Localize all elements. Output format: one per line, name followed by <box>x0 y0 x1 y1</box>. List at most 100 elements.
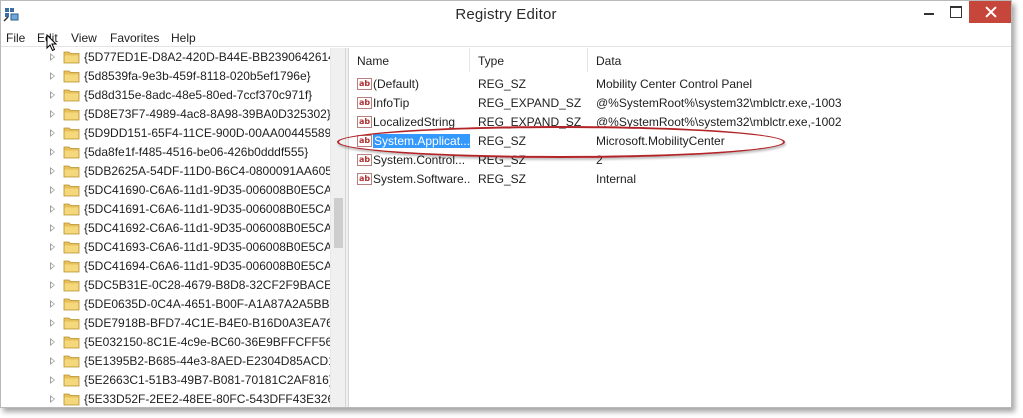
tree-item-label: {5E2663C1-51B3-49B7-B081-70181C2AF816} <box>84 373 333 387</box>
registry-values-list: Name Type Data ab (Default) REG_SZ Mobility… <box>349 48 1011 407</box>
expand-arrow-icon[interactable] <box>50 186 55 194</box>
tree-item[interactable]: {5D9DD151-65F4-11CE-900D-00AA00445589} <box>1 124 335 143</box>
value-name: InfoTip <box>373 96 410 110</box>
value-type: REG_SZ <box>478 77 527 91</box>
folder-icon <box>63 355 80 368</box>
registry-key-tree[interactable]: {5D77ED1E-D8A2-420D-B44E-BB2390642614} {5… <box>1 48 347 407</box>
value-row[interactable]: ab InfoTip REG_EXPAND_SZ @%SystemRoot%\syst… <box>349 94 1011 113</box>
tree-item[interactable]: {5d8d315e-8adc-48e5-80ed-7ccf370c971f} <box>1 86 331 105</box>
value-data: Internal <box>596 172 637 186</box>
expand-arrow-icon[interactable] <box>50 53 55 61</box>
folder-icon <box>63 127 80 140</box>
expand-arrow-icon[interactable] <box>50 357 55 365</box>
expand-arrow-icon[interactable] <box>50 110 55 118</box>
tree-item[interactable]: {5DE7918B-BFD7-4C1E-B4E0-B16D0A3EA76B} <box>1 314 345 333</box>
tree-item-label: {5DC41691-C6A6-11d1-9D35-006008B0E5CA} <box>84 202 336 216</box>
value-row[interactable]: ab System.Software... REG_SZ Internal <box>349 170 1011 189</box>
tree-item[interactable]: {5D8E73F7-4989-4ac8-8A98-39BA0D325302} <box>1 105 331 124</box>
folder-icon <box>63 146 80 159</box>
tree-item[interactable]: {5E2663C1-51B3-49B7-B081-70181C2AF816} <box>1 371 333 390</box>
tree-item-label: {5D9DD151-65F4-11CE-900D-00AA00445589} <box>84 126 336 140</box>
value-data: @%SystemRoot%\system32\mblctr.exe,-1002 <box>596 115 842 129</box>
tree-item-label: {5d8d315e-8adc-48e5-80ed-7ccf370c971f} <box>84 88 313 102</box>
value-type: REG_SZ <box>478 153 527 167</box>
expand-arrow-icon[interactable] <box>50 224 55 232</box>
tree-item[interactable]: {5DC41694-C6A6-11d1-9D35-006008B0E5CA} <box>1 257 336 276</box>
tree-item[interactable]: {5DC41693-C6A6-11d1-9D35-006008B0E5CA} <box>1 238 336 257</box>
tree-item[interactable]: {5DC41690-C6A6-11d1-9D35-006008B0E5CA} <box>1 181 336 200</box>
value-name: (Default) <box>373 77 420 91</box>
folder-icon <box>63 298 80 311</box>
tree-item[interactable]: {5D77ED1E-D8A2-420D-B44E-BB2390642614} <box>1 48 339 67</box>
expand-arrow-icon[interactable] <box>50 72 55 80</box>
folder-icon <box>63 374 80 387</box>
tree-item[interactable]: {5da8fe1f-f485-4516-be06-426b0dddf555} <box>1 143 331 162</box>
expand-arrow-icon[interactable] <box>50 395 55 403</box>
folder-icon <box>63 184 80 197</box>
tree-item[interactable]: {5DC41692-C6A6-11d1-9D35-006008B0E5CA} <box>1 219 336 238</box>
title-bar[interactable]: Registry Editor <box>1 1 1011 30</box>
expand-arrow-icon[interactable] <box>50 376 55 384</box>
value-row[interactable]: ab (Default) REG_SZ Mobility Center Control… <box>349 75 1011 94</box>
value-row[interactable]: ab LocalizedString REG_EXPAND_SZ @%SystemRo… <box>349 113 1011 132</box>
expand-arrow-icon[interactable] <box>50 338 55 346</box>
column-header-name[interactable]: Name <box>349 48 470 72</box>
tree-vertical-scrollbar[interactable] <box>330 48 345 407</box>
value-type: REG_EXPAND_SZ <box>478 115 582 129</box>
close-button[interactable] <box>969 1 1011 23</box>
tree-item-label: {5DC41694-C6A6-11d1-9D35-006008B0E5CA} <box>84 259 336 273</box>
string-value-icon: ab <box>357 154 372 166</box>
folder-icon <box>63 393 80 406</box>
maximize-button[interactable] <box>943 1 969 23</box>
string-value-icon: ab <box>357 97 372 109</box>
tree-item[interactable]: {5DE0635D-0C4A-4651-B00F-A1A87A2A5BBF} <box>1 295 341 314</box>
menu-file[interactable]: File <box>6 31 25 45</box>
tree-scrollbar-thumb[interactable] <box>334 198 343 248</box>
value-data: Mobility Center Control Panel <box>596 77 753 91</box>
folder-icon <box>63 317 80 330</box>
expand-arrow-icon[interactable] <box>50 91 55 99</box>
expand-arrow-icon[interactable] <box>50 319 55 327</box>
expand-arrow-icon[interactable] <box>50 129 55 137</box>
column-header-type[interactable]: Type <box>470 48 588 72</box>
tree-item[interactable]: {5E032150-8C1E-4c9e-BC60-36E9BFFCFF56} <box>1 333 336 352</box>
tree-item[interactable]: {5E33D52F-2EE2-48EE-80FC-543DFF43E326} <box>1 390 338 407</box>
tree-item-label: {5DE7918B-BFD7-4C1E-B4E0-B16D0A3EA76B} <box>84 316 345 330</box>
folder-icon <box>63 89 80 102</box>
tree-item[interactable]: {5E1395B2-B685-44e3-8AED-E2304D85ACD1} <box>1 352 339 371</box>
tree-item[interactable]: {5DC41691-C6A6-11d1-9D35-006008B0E5CA} <box>1 200 336 219</box>
expand-arrow-icon[interactable] <box>50 167 55 175</box>
value-data: 2 <box>596 153 603 167</box>
string-value-icon: ab <box>357 173 372 185</box>
menu-help[interactable]: Help <box>171 31 196 45</box>
value-type: REG_SZ <box>478 134 527 148</box>
tree-item-label: {5E1395B2-B685-44e3-8AED-E2304D85ACD1} <box>84 354 339 368</box>
tree-item[interactable]: {5DB2625A-54DF-11D0-B6C4-0800091AA605} <box>1 162 336 181</box>
tree-item[interactable]: {5d8539fa-9e3b-459f-8118-020b5ef1796e} <box>1 67 331 86</box>
menu-edit[interactable]: Edit <box>37 31 58 45</box>
tree-item-label: {5E33D52F-2EE2-48EE-80FC-543DFF43E326} <box>84 392 339 406</box>
folder-icon <box>63 203 80 216</box>
value-row[interactable]: ab System.Control... REG_SZ 2 <box>349 151 1011 170</box>
folder-icon <box>63 336 80 349</box>
tree-item[interactable]: {5DC5B31E-0C28-4679-B8D8-32CF2F9BACED} <box>1 276 345 295</box>
menu-favorites[interactable]: Favorites <box>110 31 159 45</box>
value-data: Microsoft.MobilityCenter <box>596 134 725 148</box>
value-row[interactable]: ab System.Applicat... REG_SZ Microsoft.Mobi… <box>349 132 1011 151</box>
menu-view[interactable]: View <box>71 31 97 45</box>
expand-arrow-icon[interactable] <box>50 262 55 270</box>
expand-arrow-icon[interactable] <box>50 281 55 289</box>
expand-arrow-icon[interactable] <box>50 205 55 213</box>
folder-icon <box>63 260 80 273</box>
registry-editor-window: Registry Editor File Edit View Favorites… <box>0 0 1012 408</box>
folder-icon <box>63 51 80 64</box>
column-header-data[interactable]: Data <box>588 48 1011 72</box>
value-name: System.Applicat... <box>373 134 470 148</box>
value-type: REG_SZ <box>478 172 527 186</box>
folder-icon <box>63 241 80 254</box>
expand-arrow-icon[interactable] <box>50 148 55 156</box>
expand-arrow-icon[interactable] <box>50 300 55 308</box>
minimize-button[interactable] <box>915 1 943 23</box>
tree-item-label: {5D77ED1E-D8A2-420D-B44E-BB2390642614} <box>84 50 339 64</box>
expand-arrow-icon[interactable] <box>50 243 55 251</box>
